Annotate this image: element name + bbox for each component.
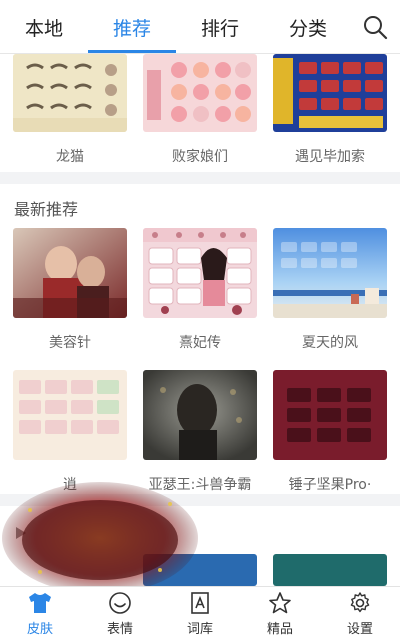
skin-thumbnail xyxy=(13,228,127,318)
skin-thumbnail xyxy=(13,54,127,132)
skin-thumbnail xyxy=(143,228,257,318)
skin-card[interactable]: 美容针 xyxy=(13,228,127,356)
nav-label: 设置 xyxy=(346,622,373,637)
search-button[interactable] xyxy=(360,12,390,42)
skin-card[interactable]: 龙猫 xyxy=(13,54,127,172)
featured-row: 龙猫 败家娘们 遇见毕加索 xyxy=(0,54,400,172)
section-title: 最新推荐 xyxy=(14,200,79,219)
skin-thumbnail xyxy=(13,370,127,460)
skin-name: 夏天的风 xyxy=(302,335,358,351)
skin-thumbnail xyxy=(273,370,387,460)
skin-card[interactable]: 逍 xyxy=(13,370,127,498)
skin-thumbnail xyxy=(143,54,257,132)
nav-settings[interactable]: 设置 xyxy=(320,587,400,640)
nav-lexicon[interactable]: 词库 xyxy=(160,587,240,640)
tab-recommend[interactable]: 推荐 xyxy=(88,0,176,54)
skin-name: 遇见毕加索 xyxy=(295,149,365,165)
skin-thumbnail xyxy=(273,554,387,586)
skin-card[interactable]: 锤子坚果Pro· xyxy=(273,370,387,498)
nav-skin[interactable]: 皮肤 xyxy=(0,587,80,640)
skin-card[interactable]: 夏天的风 xyxy=(273,228,387,356)
nav-emoji[interactable]: 表情 xyxy=(80,587,160,640)
app-screen: 本地 推荐 排行 分类 龙猫 败家娘们 遇见毕加索 最新推荐 美容针 熹妃传 夏… xyxy=(0,0,400,640)
skin-card[interactable]: 亚瑟王:斗兽争霸 xyxy=(143,370,257,498)
nav-label: 精品 xyxy=(266,622,293,637)
tab-ranking[interactable]: 排行 xyxy=(176,0,264,54)
game-logo-overlay[interactable] xyxy=(0,480,200,598)
book-a-icon xyxy=(191,592,209,614)
skin-card[interactable] xyxy=(273,554,387,586)
nav-premium[interactable]: 精品 xyxy=(240,587,320,640)
skin-name: 熹妃传 xyxy=(179,335,221,351)
nav-label: 词库 xyxy=(186,622,213,637)
section-divider xyxy=(0,172,400,184)
nav-label: 表情 xyxy=(106,622,133,637)
skin-thumbnail xyxy=(273,54,387,132)
skin-name: 美容针 xyxy=(49,335,91,351)
tab-category[interactable]: 分类 xyxy=(264,0,352,54)
tab-local[interactable]: 本地 xyxy=(0,0,88,54)
active-tab-indicator xyxy=(88,50,176,53)
top-tab-bar: 本地 推荐 排行 分类 xyxy=(0,0,400,54)
gear-icon xyxy=(350,592,370,613)
shirt-icon xyxy=(29,593,51,613)
nav-label: 皮肤 xyxy=(26,622,53,637)
search-icon xyxy=(364,16,388,40)
skin-thumbnail xyxy=(143,370,257,460)
skin-name: 龙猫 xyxy=(56,149,84,165)
skin-name: 败家娘们 xyxy=(172,149,228,165)
smile-icon xyxy=(109,592,131,614)
skin-thumbnail xyxy=(273,228,387,318)
skin-card[interactable]: 熹妃传 xyxy=(143,228,257,356)
bottom-nav: 皮肤 表情 词库 精品 设置 xyxy=(0,586,400,640)
skin-card[interactable]: 败家娘们 xyxy=(143,54,257,172)
skin-card[interactable]: 遇见毕加索 xyxy=(273,54,387,172)
star-icon xyxy=(269,592,291,614)
skin-name: 锤子坚果Pro· xyxy=(288,477,372,493)
